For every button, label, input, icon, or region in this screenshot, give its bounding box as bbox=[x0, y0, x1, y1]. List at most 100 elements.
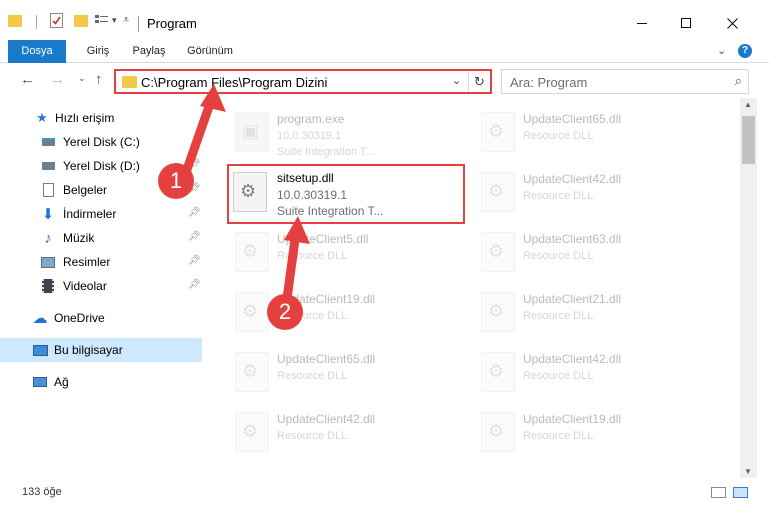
file-tile[interactable]: ⚙ UpdateClient65.dll Resource DLL bbox=[475, 104, 715, 160]
tab-share[interactable]: Paylaş bbox=[122, 40, 176, 63]
file-tile[interactable]: ⚙ UpdateClient63.dll Resource DLL bbox=[475, 224, 715, 280]
details-view-icon[interactable] bbox=[711, 487, 726, 498]
scroll-down-icon[interactable]: ▼ bbox=[744, 467, 752, 476]
help-button[interactable]: ? bbox=[738, 44, 752, 58]
search-input[interactable]: Ara: Program bbox=[510, 75, 587, 90]
tiles-view-icon[interactable] bbox=[733, 487, 748, 498]
sidebar-item-videos[interactable]: Videolar 📌︎ bbox=[0, 274, 202, 298]
sidebar-item-label: Bu bilgisayar bbox=[54, 343, 123, 357]
scrollbar-thumb[interactable] bbox=[742, 116, 755, 164]
file-version: 10.0.30319.1 bbox=[277, 130, 342, 142]
file-tile[interactable]: ⚙ UpdateClient19.dll Resource DLL bbox=[475, 404, 715, 460]
vertical-scrollbar[interactable]: ▲ ▼ bbox=[740, 98, 757, 478]
file-name: UpdateClient42.dll bbox=[523, 352, 622, 366]
music-icon: ♪ bbox=[44, 229, 52, 247]
dll-file-icon: ⚙ bbox=[235, 232, 269, 272]
search-box[interactable]: Ara: Program ⌕ bbox=[501, 69, 749, 94]
file-type: Resource DLL bbox=[277, 250, 348, 262]
file-tile[interactable]: ⚙ UpdateClient42.dll Resource DLL bbox=[475, 164, 715, 220]
drive-icon bbox=[40, 134, 56, 150]
file-type: Resource DLL bbox=[277, 370, 348, 382]
search-icon[interactable]: ⌕ bbox=[735, 73, 742, 89]
dll-file-icon: ⚙ bbox=[481, 112, 515, 152]
tab-file[interactable]: Dosya bbox=[8, 40, 66, 63]
dll-file-icon: ⚙ bbox=[233, 172, 267, 212]
sidebar-item-music[interactable]: ♪ Müzik 📌︎ bbox=[0, 226, 202, 250]
folder-icon bbox=[122, 76, 137, 88]
sidebar-item-this-pc[interactable]: Bu bilgisayar bbox=[0, 338, 202, 362]
close-button[interactable] bbox=[710, 8, 754, 38]
file-name: UpdateClient65.dll bbox=[277, 352, 376, 366]
file-tile[interactable]: ⚙ UpdateClient42.dll Resource DLL bbox=[475, 344, 715, 400]
dll-file-icon: ⚙ bbox=[481, 232, 515, 272]
file-tile[interactable]: ⚙ UpdateClient5.dll Resource DLL bbox=[229, 224, 469, 280]
minimize-icon bbox=[637, 22, 647, 24]
file-tile[interactable]: ⚙ UpdateClient19.dll Resource DLL bbox=[229, 284, 469, 340]
file-tile-sitsetup-dll[interactable]: ⚙ sitsetup.dll 10.0.30319.1 Suite Integr… bbox=[227, 164, 465, 224]
sidebar-item-label: Videolar bbox=[63, 279, 107, 293]
sidebar-item-label: İndirmeler bbox=[63, 207, 117, 221]
pin-icon[interactable]: 📌︎ bbox=[188, 255, 201, 266]
sidebar-item-label: Ağ bbox=[54, 375, 69, 389]
sidebar-item-network[interactable]: Ağ bbox=[0, 370, 202, 394]
application-icon: ▣ bbox=[235, 112, 269, 152]
expand-ribbon-icon[interactable]: ⌄ bbox=[717, 44, 726, 57]
sidebar-item-quick-access[interactable]: ★ Hızlı erişim bbox=[0, 106, 202, 130]
tab-home[interactable]: Giriş bbox=[74, 40, 122, 63]
file-tile-program-exe[interactable]: ▣ program.exe 10.0.30319.1 Suite Integra… bbox=[229, 104, 469, 160]
properties-icon[interactable] bbox=[50, 13, 63, 28]
refresh-icon[interactable]: ↻ bbox=[468, 71, 490, 92]
minimize-button[interactable] bbox=[620, 8, 664, 38]
chevron-down-icon[interactable]: ▾ bbox=[112, 15, 117, 26]
file-name: sitsetup.dll bbox=[277, 171, 334, 185]
forward-arrow-icon[interactable]: → bbox=[50, 71, 65, 88]
chevron-down-icon[interactable]: ⌄ bbox=[452, 74, 461, 87]
pin-icon[interactable]: 📌︎ bbox=[188, 207, 201, 218]
file-type: Resource DLL bbox=[523, 370, 594, 382]
pin-icon[interactable]: 📌︎ bbox=[188, 279, 201, 290]
sidebar-item-label: Resimler bbox=[63, 255, 111, 269]
sidebar-item-label: Yerel Disk (C:) bbox=[63, 135, 140, 149]
file-name: UpdateClient42.dll bbox=[277, 412, 376, 426]
sidebar-item-downloads[interactable]: ⬇ İndirmeler 📌︎ bbox=[0, 202, 202, 226]
pin-icon[interactable]: 📌︎ bbox=[188, 159, 201, 170]
dll-file-icon: ⚙ bbox=[481, 292, 515, 332]
file-name: UpdateClient5.dll bbox=[277, 232, 369, 246]
dll-file-icon: ⚙ bbox=[481, 352, 515, 392]
file-tile[interactable]: ⚙ UpdateClient65.dll Resource DLL bbox=[229, 344, 469, 400]
dll-file-icon: ⚙ bbox=[235, 292, 269, 332]
scroll-up-icon[interactable]: ▲ bbox=[744, 100, 752, 109]
file-tile[interactable]: ⚙ UpdateClient21.dll Resource DLL bbox=[475, 284, 715, 340]
tab-view[interactable]: Görünüm bbox=[178, 40, 242, 63]
file-tile[interactable]: ⚙ UpdateClient42.dll Resource DLL bbox=[229, 404, 469, 460]
sidebar-item-local-disk-c[interactable]: Yerel Disk (C:) bbox=[0, 130, 202, 154]
up-arrow-icon[interactable]: ↑ bbox=[95, 71, 103, 88]
pin-icon[interactable]: 📌︎ bbox=[188, 231, 201, 242]
maximize-icon bbox=[681, 18, 691, 28]
customize-toolbar-icon[interactable] bbox=[95, 14, 109, 27]
back-arrow-icon[interactable]: ← bbox=[20, 71, 35, 88]
star-icon: ★ bbox=[36, 110, 48, 125]
address-bar[interactable]: C:\Program Files\Program Dizini ⌄ ↻ bbox=[114, 69, 492, 94]
quick-access-dropdown-icon[interactable]: ⩡ bbox=[123, 14, 129, 27]
dll-file-icon: ⚙ bbox=[481, 412, 515, 452]
ribbon-tabs: Dosya Giriş Paylaş Görünüm ⌄ bbox=[0, 40, 769, 63]
sidebar-item-pictures[interactable]: Resimler 📌︎ bbox=[0, 250, 202, 274]
file-name: program.exe bbox=[277, 112, 345, 126]
drive-icon bbox=[40, 158, 56, 174]
recent-locations-icon[interactable]: ⌄ bbox=[78, 73, 86, 84]
cloud-icon: ☁ bbox=[32, 310, 48, 327]
sidebar-item-label: Belgeler bbox=[63, 183, 108, 197]
window-title: Program bbox=[147, 16, 197, 31]
step-2-badge: 2 bbox=[267, 294, 303, 330]
item-count: 133 öğe bbox=[22, 486, 62, 498]
file-name: UpdateClient21.dll bbox=[523, 292, 622, 306]
new-folder-icon[interactable] bbox=[74, 15, 88, 27]
file-description: Suite Integration T... bbox=[277, 146, 375, 158]
maximize-button[interactable] bbox=[664, 8, 708, 38]
file-version: 10.0.30319.1 bbox=[277, 188, 348, 202]
file-name: UpdateClient65.dll bbox=[523, 112, 622, 126]
computer-icon bbox=[32, 342, 48, 358]
close-icon bbox=[726, 17, 738, 29]
sidebar-item-onedrive[interactable]: ☁ OneDrive bbox=[0, 306, 202, 330]
